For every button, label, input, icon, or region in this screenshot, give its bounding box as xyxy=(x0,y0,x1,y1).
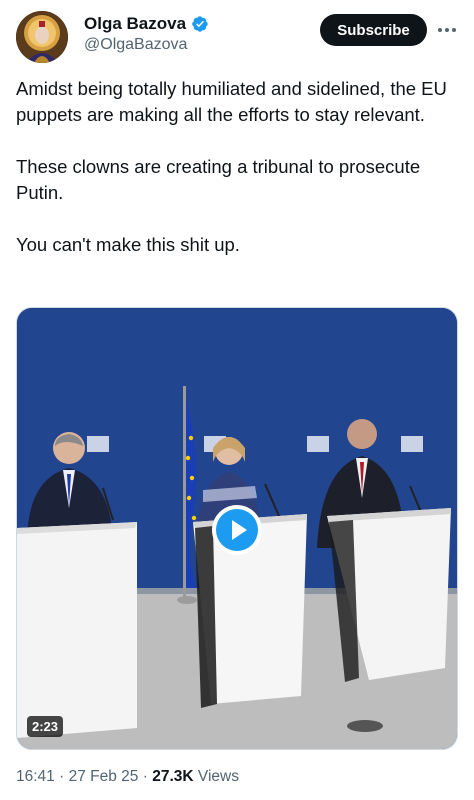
name-row: Olga Bazova xyxy=(84,14,209,34)
tweet-date[interactable]: 27 Feb 25 xyxy=(69,768,139,785)
views-label: Views xyxy=(197,768,239,785)
play-icon[interactable] xyxy=(211,504,263,556)
tweet-paragraph: These clowns are creating a tribunal to … xyxy=(16,156,421,203)
subscribe-button[interactable]: Subscribe xyxy=(320,14,427,46)
tweet-time[interactable]: 16:41 xyxy=(16,768,55,785)
verified-badge-icon xyxy=(192,16,208,32)
more-icon[interactable] xyxy=(436,20,458,40)
tweet-paragraph: Amidst being totally humiliated and side… xyxy=(16,78,447,125)
avatar[interactable] xyxy=(16,11,68,63)
tweet-meta: 16:41 · 27 Feb 25 · 27.3K Views xyxy=(16,768,239,786)
tweet-text: Amidst being totally humiliated and side… xyxy=(16,76,464,284)
tweet-paragraph: You can't make this shit up. xyxy=(16,234,240,255)
separator: · xyxy=(142,768,148,785)
video-duration: 2:23 xyxy=(27,716,64,737)
avatar-portrait-icon xyxy=(16,11,68,63)
tweet-header: Olga Bazova @OlgaBazova Subscribe xyxy=(0,0,474,70)
separator: · xyxy=(59,768,65,785)
handle[interactable]: @OlgaBazova xyxy=(84,36,187,54)
views-count[interactable]: 27.3K xyxy=(152,768,193,785)
display-name[interactable]: Olga Bazova xyxy=(84,14,186,34)
